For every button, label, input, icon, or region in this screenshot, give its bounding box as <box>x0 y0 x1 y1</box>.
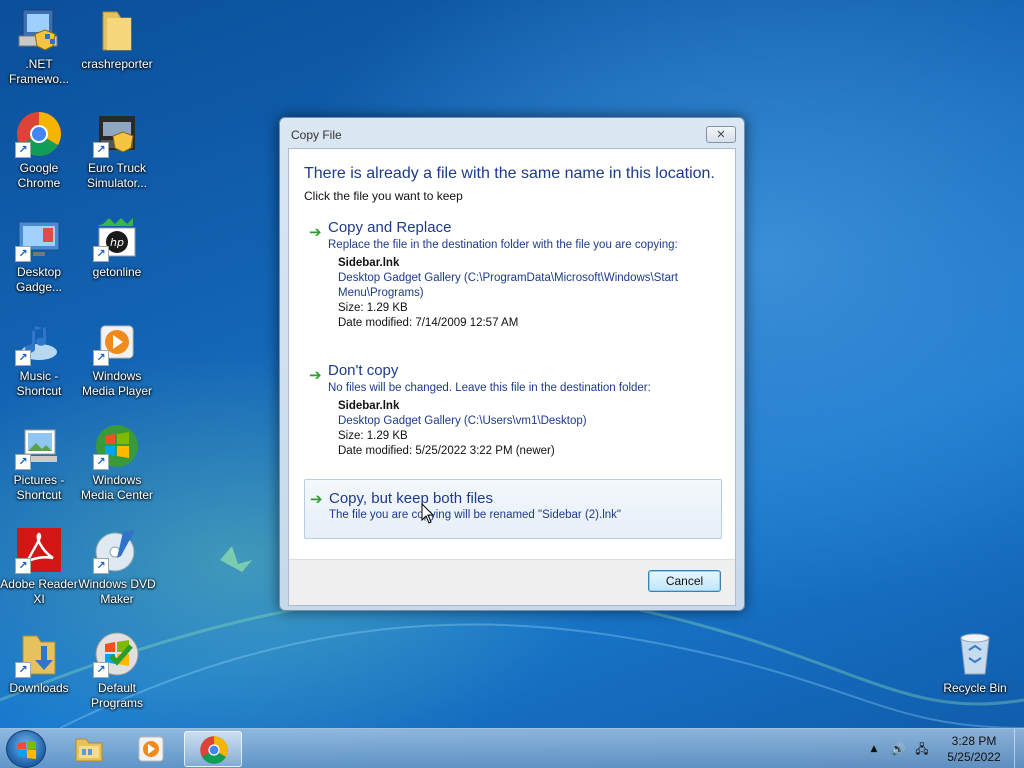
chrome-icon <box>200 736 228 764</box>
shortcut-arrow-icon: ↗ <box>93 350 109 366</box>
shortcut-arrow-icon: ↗ <box>15 662 31 678</box>
shortcut-arrow-icon: ↗ <box>93 662 109 678</box>
taskbar-clock[interactable]: 3:28 PM 5/25/2022 <box>936 733 1012 765</box>
icon-label: Downloads <box>9 681 69 695</box>
icon-label: Default Programs <box>90 681 143 710</box>
desktop-icon-google-chrome[interactable]: ↗ Google Chrome <box>0 104 78 200</box>
green-arrow-icon: ➔ <box>310 490 323 508</box>
file-size: Size: 1.29 KB <box>338 430 408 442</box>
icon-label: Adobe Reader XI <box>0 577 78 606</box>
desktop-icon-windows-media-center[interactable]: ↗ Windows Media Center <box>78 416 156 512</box>
file-size: Size: 1.29 KB <box>338 302 408 314</box>
icon-label: Desktop Gadge... <box>15 265 63 294</box>
option-description: Replace the file in the destination fold… <box>328 239 678 251</box>
file-location-cont: Menu\Programs) <box>338 287 424 299</box>
file-location: Desktop Gadget Gallery (C:\Users\vm1\Des… <box>338 415 587 427</box>
clock-date: 5/25/2022 <box>947 750 1001 764</box>
show-desktop-button[interactable] <box>1014 729 1024 768</box>
icon-label: Windows Media Center <box>80 473 154 502</box>
show-hidden-icons-button[interactable]: ▲ <box>866 741 882 757</box>
recycle-bin-icon <box>960 633 990 675</box>
shortcut-arrow-icon: ↗ <box>93 142 109 158</box>
folder-icon <box>102 11 132 51</box>
start-button[interactable] <box>6 730 46 768</box>
desktop-icon-pictures[interactable]: ↗ Pictures - Shortcut <box>0 416 78 512</box>
svg-text:hp: hp <box>110 236 124 249</box>
desktop-icon-adobe-reader[interactable]: ↗ Adobe Reader XI <box>0 520 78 616</box>
file-date-modified: Date modified: 7/14/2009 12:57 AM <box>338 317 519 329</box>
shortcut-arrow-icon: ↗ <box>93 454 109 470</box>
option-title: Copy, but keep both files <box>329 490 493 507</box>
icon-label: Music - Shortcut <box>16 369 62 398</box>
shortcut-arrow-icon: ↗ <box>15 246 31 262</box>
file-name: Sidebar.lnk <box>338 400 400 412</box>
option-title: Copy and Replace <box>328 219 452 236</box>
file-location: Desktop Gadget Gallery (C:\ProgramData\M… <box>338 272 679 284</box>
file-date-modified: Date modified: 5/25/2022 3:22 PM (newer) <box>338 445 555 457</box>
dialog-content: There is already a file with the same na… <box>288 148 736 606</box>
network-icon[interactable]: 🖧 <box>914 741 930 757</box>
shortcut-arrow-icon: ↗ <box>93 246 109 262</box>
volume-icon[interactable]: 🔊 <box>890 741 906 757</box>
file-name: Sidebar.lnk <box>338 257 400 269</box>
clock-time: 3:28 PM <box>951 734 997 748</box>
shortcut-arrow-icon: ↗ <box>15 454 31 470</box>
desktop-icon-music[interactable]: ↗ Music - Shortcut <box>0 312 78 408</box>
file-info: Sidebar.lnk Desktop Gadget Gallery (C:\U… <box>338 399 718 459</box>
cancel-button[interactable]: Cancel <box>648 570 721 592</box>
icon-label: crashreporter <box>81 57 153 71</box>
windows-logo-icon <box>18 741 36 759</box>
dotnet-setup-icon <box>18 9 58 51</box>
green-arrow-icon: ➔ <box>309 223 322 241</box>
shortcut-arrow-icon: ↗ <box>93 558 109 574</box>
option-description: No files will be changed. Leave this fil… <box>328 382 651 394</box>
taskbar-windows-media-player[interactable] <box>122 731 180 767</box>
desktop-icon-recycle-bin[interactable]: Recycle Bin <box>936 624 1014 720</box>
option-copy-keep-both[interactable]: ➔ Copy, but keep both files The file you… <box>304 479 722 539</box>
icon-label: Recycle Bin <box>943 681 1007 695</box>
shortcut-arrow-icon: ↗ <box>15 142 31 158</box>
media-player-icon <box>138 736 164 762</box>
conflict-subheading: Click the file you want to keep <box>304 189 463 203</box>
icon-label: Euro Truck Simulator... <box>86 161 148 190</box>
desktop-icon-crashreporter[interactable]: crashreporter <box>78 0 156 96</box>
icon-label: .NET Framewo... <box>8 57 69 86</box>
file-info: Sidebar.lnk Desktop Gadget Gallery (C:\P… <box>338 256 718 331</box>
shortcut-arrow-icon: ↗ <box>15 558 31 574</box>
desktop-icon-euro-truck[interactable]: ↗ Euro Truck Simulator... <box>78 104 156 200</box>
desktop-icon-windows-dvd-maker[interactable]: ↗ Windows DVD Maker <box>78 520 156 616</box>
taskbar-google-chrome[interactable] <box>184 731 242 767</box>
option-title: Don't copy <box>328 362 399 379</box>
desktop-icon-default-programs[interactable]: ↗ Default Programs <box>78 624 156 720</box>
desktop-icon-windows-media-player[interactable]: ↗ Windows Media Player <box>78 312 156 408</box>
close-icon: ✕ <box>716 128 726 141</box>
taskbar-windows-explorer[interactable] <box>60 731 118 767</box>
dialog-footer: Cancel <box>289 559 735 605</box>
shortcut-arrow-icon: ↗ <box>15 350 31 366</box>
icon-label: Pictures - Shortcut <box>13 473 65 502</box>
icon-label: Windows Media Player <box>81 369 153 398</box>
dialog-title: Copy File <box>291 128 342 142</box>
icon-label: Google Chrome <box>17 161 61 190</box>
option-description: The file you are copying will be renamed… <box>329 509 621 521</box>
desktop-icon-dotnet[interactable]: .NET Framewo... <box>0 0 78 96</box>
explorer-folder-icon <box>75 738 103 762</box>
close-button[interactable]: ✕ <box>706 126 736 143</box>
copy-file-dialog: Copy File ✕ There is already a file with… <box>279 117 745 611</box>
option-dont-copy[interactable]: ➔ Don't copy No files will be changed. L… <box>304 362 722 462</box>
desktop-icon-desktop-gadgets[interactable]: ↗ Desktop Gadge... <box>0 208 78 304</box>
taskbar: ▲ 🔊 🖧 3:28 PM 5/25/2022 <box>0 728 1024 768</box>
desktop-icon-downloads[interactable]: ↗ Downloads <box>0 624 78 720</box>
conflict-heading: There is already a file with the same na… <box>304 165 715 182</box>
mouse-cursor-icon <box>421 503 435 524</box>
icon-label: Windows DVD Maker <box>78 577 156 606</box>
icon-label: getonline <box>92 265 142 279</box>
option-copy-and-replace[interactable]: ➔ Copy and Replace Replace the file in t… <box>304 219 722 337</box>
green-arrow-icon: ➔ <box>309 366 322 384</box>
desktop-icon-getonline[interactable]: hp ↗ getonline <box>78 208 156 304</box>
